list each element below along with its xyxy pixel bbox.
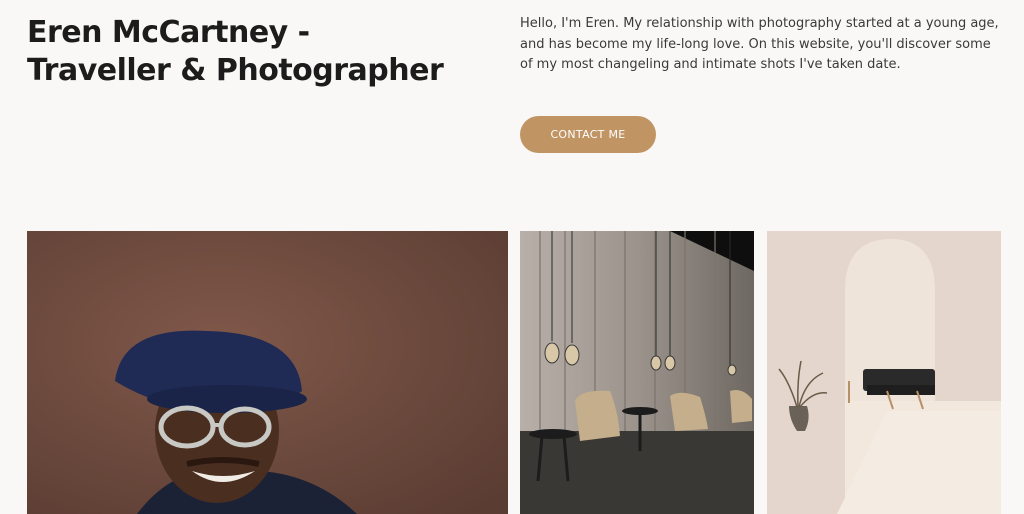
arch-room-photo[interactable] (767, 231, 1001, 514)
page-title: Eren McCartney - Traveller & Photographe… (27, 15, 444, 88)
portrait-photo[interactable] (27, 231, 508, 514)
contact-me-button[interactable]: CONTACT ME (520, 116, 656, 153)
lounge-photo[interactable] (520, 231, 754, 514)
intro-text: Hello, I'm Eren. My relationship with ph… (520, 16, 999, 72)
